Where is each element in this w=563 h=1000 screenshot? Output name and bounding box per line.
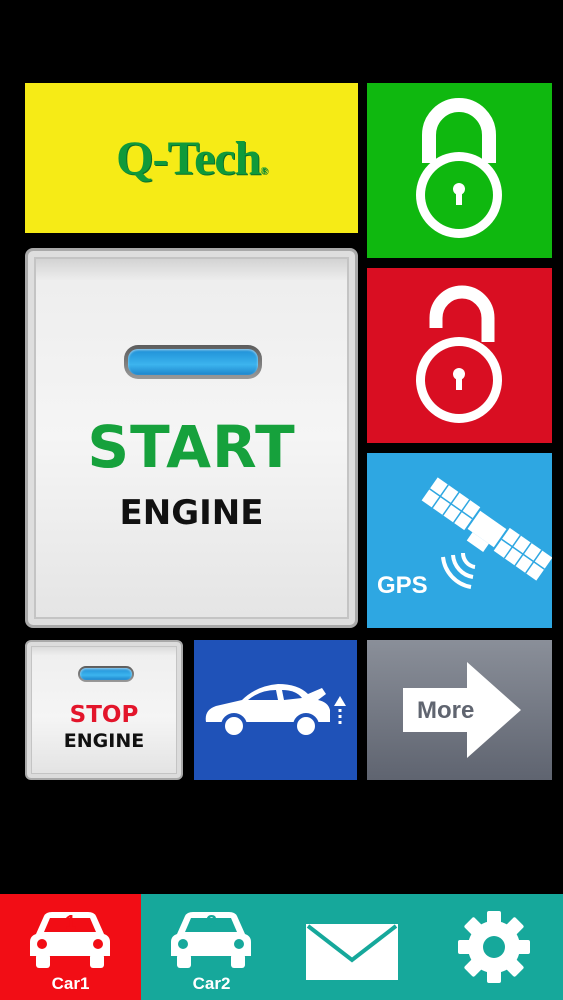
tab-messages[interactable] [282,894,422,1000]
start-indicator-light [124,345,262,379]
lock-icon [416,98,502,238]
start-engine-label: ENGINE [119,493,264,533]
car2-badge: 2 [205,912,218,934]
satellite-icon [421,477,552,589]
car-trunk-icon [205,684,346,739]
tab-car1[interactable]: 1 Car1 [0,894,141,1000]
brand-logo: Q-Tech® [116,131,268,185]
gear-icon [458,911,530,983]
unlock-button[interactable] [367,268,552,443]
car1-badge: 1 [64,912,77,934]
stop-engine-button[interactable]: STOP ENGINE [25,640,183,780]
start-engine-button[interactable]: START ENGINE [25,248,358,628]
stop-indicator-light [78,666,134,682]
tab-car2-label: Car2 [192,974,231,993]
bottom-tab-bar: 1 Car1 2 Car2 [0,894,563,1000]
tab-settings[interactable] [422,894,563,1000]
lock-button[interactable] [367,83,552,258]
start-label: START [87,413,296,481]
more-label: More [417,697,475,724]
gps-button[interactable]: GPS [367,453,552,628]
mail-icon [306,924,398,980]
unlock-icon [416,285,502,423]
stop-engine-label: ENGINE [63,730,145,752]
gps-label: GPS [377,572,428,599]
stop-label: STOP [69,702,139,728]
tab-car1-label: Car1 [51,974,90,993]
more-button[interactable]: More [367,640,552,780]
tab-car2[interactable]: 2 Car2 [141,894,282,1000]
logo-tile: Q-Tech® [25,83,358,233]
trunk-button[interactable] [194,640,357,780]
